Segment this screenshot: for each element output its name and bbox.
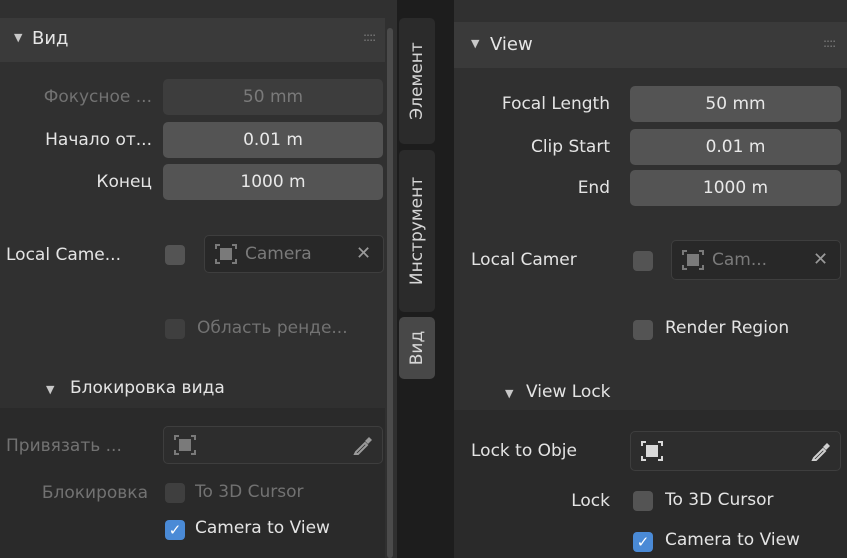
right-local-camera-value: Cam...: [712, 250, 768, 270]
right-camera-object-icon: [682, 250, 704, 270]
right-local-camera-clear-icon[interactable]: ✕: [813, 249, 828, 270]
right-clip-start-label: Clip Start: [530, 137, 610, 157]
left-collapse-triangle-icon[interactable]: ▼: [14, 31, 22, 44]
left-lock-label: Блокировка: [41, 483, 148, 503]
left-camera-to-view-label: Camera to View: [195, 518, 330, 538]
left-local-camera-label: Local Came...: [6, 245, 121, 265]
tab-element-label: Элемент: [407, 42, 427, 120]
left-clip-end-label: Конец: [96, 172, 152, 192]
right-panel-grip-icon[interactable]: ::::: [823, 36, 836, 50]
left-local-camera-checkbox[interactable]: [165, 245, 185, 265]
right-eyedropper-icon[interactable]: [810, 440, 832, 462]
left-lock-object-field[interactable]: [163, 426, 383, 464]
left-camera-to-view-checkbox[interactable]: ✓: [165, 520, 185, 540]
right-focal-length-field[interactable]: 50 mm: [630, 86, 841, 122]
right-lock-to-cursor-checkbox[interactable]: [633, 491, 653, 511]
right-clip-start-field[interactable]: 0.01 m: [630, 129, 841, 165]
left-focal-length-field[interactable]: 50 mm: [163, 79, 383, 115]
left-view-lock-triangle-icon[interactable]: ▼: [46, 383, 54, 396]
left-lock-to-cursor-checkbox[interactable]: [165, 483, 185, 503]
tab-tool[interactable]: Инструмент: [399, 150, 435, 312]
left-clip-end-field[interactable]: 1000 m: [163, 164, 383, 200]
tab-tool-label: Инструмент: [407, 176, 427, 286]
left-view-lock-title[interactable]: Блокировка вида: [70, 378, 225, 398]
right-lock-object-label: Lock to Obje: [471, 441, 577, 461]
right-collapse-triangle-icon[interactable]: ▼: [471, 37, 479, 50]
right-lock-object-icon: [641, 441, 663, 461]
left-render-region-label: Область ренде...: [197, 318, 348, 338]
left-focal-length-label: Фокусное ...: [43, 87, 152, 107]
right-lock-to-cursor-label: To 3D Cursor: [665, 490, 774, 510]
right-clip-end-field[interactable]: 1000 m: [630, 170, 841, 206]
right-clip-end-label: End: [577, 178, 610, 198]
right-render-region-label: Render Region: [665, 318, 790, 338]
left-scrollbar[interactable]: [387, 28, 393, 558]
left-clip-start-label: Начало от...: [45, 130, 152, 150]
right-view-lock-title[interactable]: View Lock: [526, 382, 611, 402]
right-view-panel-title: View: [490, 34, 533, 55]
left-clip-start-field[interactable]: 0.01 m: [163, 122, 383, 158]
right-lock-label: Lock: [571, 491, 610, 511]
left-camera-object-icon: [215, 244, 237, 264]
tab-view-label: Вид: [407, 330, 427, 366]
left-render-region-checkbox[interactable]: [165, 319, 185, 339]
right-local-camera-label: Local Camer: [471, 250, 577, 270]
left-local-camera-clear-icon[interactable]: ✕: [356, 243, 371, 264]
left-view-panel-title: Вид: [32, 28, 69, 49]
right-camera-to-view-label: Camera to View: [665, 530, 800, 550]
left-local-camera-value: Camera: [245, 244, 312, 264]
right-focal-length-label: Focal Length: [501, 94, 610, 114]
tab-view[interactable]: Вид: [399, 317, 435, 379]
left-lock-to-cursor-label: To 3D Cursor: [195, 482, 304, 502]
right-local-camera-checkbox[interactable]: [633, 251, 653, 271]
right-render-region-checkbox[interactable]: [633, 320, 653, 340]
left-lock-object-icon: [174, 435, 196, 455]
left-lock-object-label: Привязать ...: [6, 436, 122, 456]
left-eyedropper-icon[interactable]: [352, 434, 374, 456]
right-view-lock-triangle-icon[interactable]: ▼: [505, 387, 513, 400]
right-camera-to-view-checkbox[interactable]: ✓: [633, 532, 653, 552]
left-panel-grip-icon[interactable]: ::::: [363, 30, 376, 44]
tab-element[interactable]: Элемент: [399, 18, 435, 144]
